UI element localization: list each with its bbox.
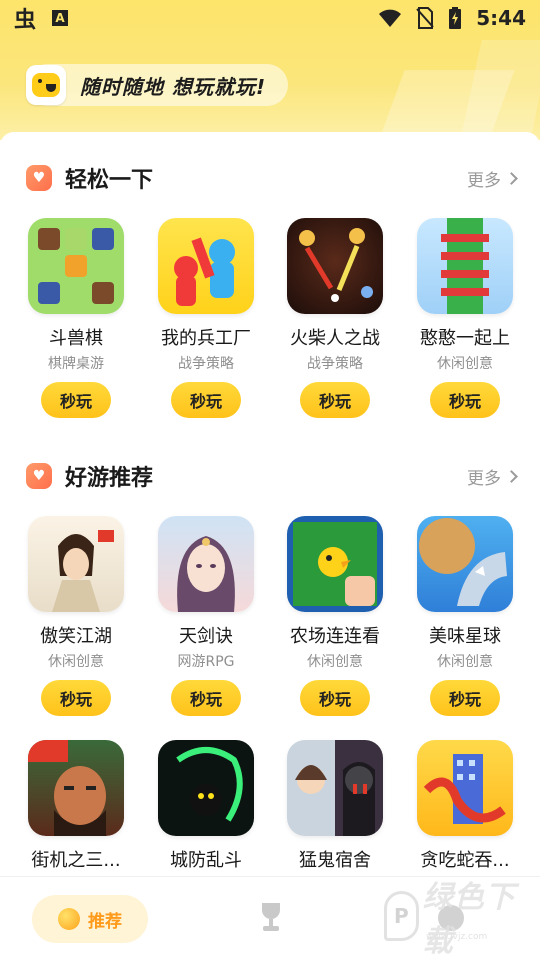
game-name: 城防乱斗 [170, 850, 242, 871]
game-category: 战争策略 [307, 356, 363, 372]
section-title: 轻松一下 [65, 168, 154, 193]
header-decoration [458, 40, 540, 140]
game-card[interactable]: 我的兵工厂 战争策略 秒玩 [141, 218, 271, 418]
play-button[interactable]: 秒玩 [300, 382, 370, 418]
section-title: 好游推荐 [65, 466, 154, 491]
game-category: 休闲创意 [437, 356, 493, 372]
status-bar: 虫 A 5:44 [0, 0, 540, 36]
status-time: 5:44 [476, 6, 526, 30]
game-icon-snake-eat[interactable] [417, 740, 513, 836]
notification-badge-icon: A [52, 10, 69, 26]
nav-tab-label: 推荐 [88, 911, 122, 932]
game-name: 我的兵工厂 [161, 328, 251, 349]
section-header-relax: ♥ 轻松一下 更多 [26, 162, 518, 194]
more-label: 更多 [467, 170, 501, 191]
game-card[interactable]: 猛鬼宿舍 [270, 740, 400, 872]
game-icon-stickman-war[interactable] [287, 218, 383, 314]
game-card[interactable]: 美味星球 休闲创意 秒玩 [400, 516, 530, 716]
no-sim-icon [416, 7, 434, 29]
slogan-banner: 随时随地 想玩就玩! [26, 64, 288, 106]
game-card[interactable]: 城防乱斗 [141, 740, 271, 872]
game-category: 休闲创意 [48, 654, 104, 670]
play-button[interactable]: 秒玩 [41, 382, 111, 418]
game-ball-icon [58, 908, 80, 930]
game-icon-farm-link[interactable] [287, 516, 383, 612]
play-button[interactable]: 秒玩 [171, 680, 241, 716]
play-button[interactable]: 秒玩 [300, 680, 370, 716]
game-card[interactable]: 火柴人之战 战争策略 秒玩 [270, 218, 400, 418]
chevron-right-icon [505, 171, 518, 185]
watermark-url: www.lvjz.com [426, 932, 488, 942]
game-name: 天剑诀 [179, 626, 233, 647]
more-link[interactable]: 更多 [467, 166, 518, 191]
play-button[interactable]: 秒玩 [430, 680, 500, 716]
game-name: 火柴人之战 [290, 328, 380, 349]
trophy-icon[interactable] [258, 903, 284, 933]
game-icon-animal-chess[interactable] [28, 218, 124, 314]
game-card[interactable]: 傲笑江湖 休闲创意 秒玩 [11, 516, 141, 716]
game-card[interactable]: 天剑诀 网游RPG 秒玩 [141, 516, 271, 716]
wifi-icon [379, 9, 402, 27]
section-header-recommend: ♥ 好游推荐 更多 [26, 460, 518, 492]
heart-icon: ♥ [26, 463, 52, 489]
game-category: 休闲创意 [307, 654, 363, 670]
game-icon-hanhan[interactable] [417, 218, 513, 314]
game-name: 猛鬼宿舍 [299, 850, 371, 871]
watermark: P 绿色下载 www.lvjz.com [384, 880, 534, 959]
app-logo-icon [26, 65, 66, 105]
game-name: 美味星球 [429, 626, 501, 647]
play-button[interactable]: 秒玩 [171, 382, 241, 418]
game-card[interactable]: 街机之三... [11, 740, 141, 872]
battery-charging-icon [449, 7, 462, 29]
more-link[interactable]: 更多 [467, 464, 518, 489]
game-icon-aoxiao[interactable] [28, 516, 124, 612]
game-name: 傲笑江湖 [40, 626, 112, 647]
play-button[interactable]: 秒玩 [41, 680, 111, 716]
main-content[interactable]: ♥ 轻松一下 更多 斗兽棋 棋牌桌游 秒玩 我的兵工厂 战争策略 秒玩 火柴人之… [0, 132, 540, 876]
game-name: 农场连连看 [290, 626, 380, 647]
game-icon-tasty-planet[interactable] [417, 516, 513, 612]
slogan-text: 随时随地 想玩就玩! [80, 74, 267, 99]
game-category: 网游RPG [177, 654, 235, 670]
game-name: 斗兽棋 [49, 328, 103, 349]
game-category: 棋牌桌游 [48, 356, 104, 372]
game-category: 休闲创意 [437, 654, 493, 670]
nav-tab-recommend[interactable]: 推荐 [32, 895, 148, 943]
game-name: 街机之三... [31, 850, 121, 871]
game-icon-ghost-dorm[interactable] [287, 740, 383, 836]
watermark-logo-icon: P [384, 891, 419, 941]
more-label: 更多 [467, 468, 501, 489]
game-category: 战争策略 [178, 356, 234, 372]
game-card[interactable]: 斗兽棋 棋牌桌游 秒玩 [11, 218, 141, 418]
game-name: 憨憨一起上 [420, 328, 510, 349]
game-icon-tianjianjue[interactable] [158, 516, 254, 612]
game-name: 贪吃蛇吞... [420, 850, 510, 871]
game-icon-arsenal[interactable] [158, 218, 254, 314]
chevron-right-icon [505, 469, 518, 483]
game-card[interactable]: 农场连连看 休闲创意 秒玩 [270, 516, 400, 716]
app-notification-icon: 虫 [14, 8, 37, 33]
game-icon-city-defense[interactable] [158, 740, 254, 836]
watermark-text: 绿色下载 [422, 880, 516, 959]
game-icon-arcade-three-kingdoms[interactable] [28, 740, 124, 836]
play-button[interactable]: 秒玩 [430, 382, 500, 418]
game-card[interactable]: 憨憨一起上 休闲创意 秒玩 [400, 218, 530, 418]
heart-icon: ♥ [26, 165, 52, 191]
game-card[interactable]: 贪吃蛇吞... [400, 740, 530, 872]
